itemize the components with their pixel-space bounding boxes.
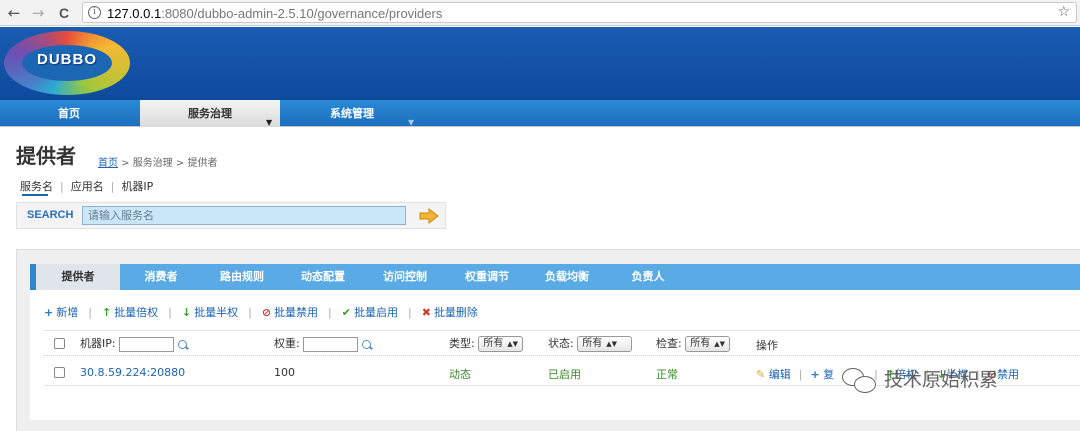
type-select[interactable]: 所有 ▲▼ (478, 336, 523, 352)
ip-filter: 机器IP: (80, 335, 188, 352)
search-icon[interactable] (362, 339, 372, 349)
search-tab-service[interactable]: 服务名 (20, 180, 53, 193)
ip-header-label: 机器IP: (80, 337, 116, 350)
breadcrumb-home-link[interactable]: 首页 (98, 158, 118, 169)
delete-icon: ✖ (421, 306, 431, 319)
select-all-checkbox[interactable] (54, 338, 65, 349)
pencil-icon: ✎ (756, 368, 766, 381)
provider-type: 动态 (449, 368, 471, 381)
info-icon[interactable]: i (88, 6, 101, 19)
wechat-icon (842, 367, 878, 394)
page-title: 提供者 (16, 144, 76, 168)
search-tab-ip[interactable]: 机器IP (121, 180, 153, 193)
search-tab-app[interactable]: 应用名 (71, 180, 104, 193)
batch-double-button[interactable]: ↑ 批量倍权 (102, 306, 158, 319)
arrow-down-icon: ↓ (181, 306, 192, 319)
breadcrumb: 首页 > 服务治理 > 提供者 (98, 158, 218, 169)
app-header: DUBBO (0, 27, 1080, 100)
nav-item-system[interactable]: 系统管理 ▼ (282, 100, 422, 127)
provider-check: 正常 (656, 368, 678, 381)
table-header: 机器IP: 权重: 类型: 所有 ▲▼ 状态: 所有 ▲▼ 检查: 所有 ▲▼ 操作 (44, 330, 1080, 356)
plus-icon: + (44, 306, 54, 319)
ip-filter-input[interactable] (119, 336, 175, 352)
weight-header-label: 权重: (274, 337, 300, 350)
status-select[interactable]: 所有 ▲▼ (577, 336, 633, 352)
ops-header-label: 操作 (756, 339, 778, 352)
weight-filter: 权重: (274, 335, 372, 352)
row-checkbox[interactable] (54, 367, 65, 378)
batch-delete-button[interactable]: ✖ 批量删除 (422, 306, 478, 319)
arrow-up-icon: ↑ (101, 306, 112, 319)
main-nav: 首页 服务治理 ▼ 系统管理 ▼ (0, 100, 1080, 127)
chevron-down-icon: ▼ (266, 118, 273, 127)
breadcrumb-mid: 服务治理 (132, 158, 173, 169)
sub-tabs: 提供者 消费者 路由规则 动态配置 访问控制 权重调节 负载均衡 负责人 (30, 264, 1080, 290)
weight-filter-input[interactable] (303, 336, 359, 352)
chevron-down-icon: ▼ (408, 118, 415, 127)
watermark-text: 技术原始积累 (884, 369, 999, 391)
nav-item-governance-label: 服务治理 (188, 107, 232, 120)
select-arrows-icon: ▲▼ (507, 340, 518, 348)
tab-consumers[interactable]: 消费者 (134, 264, 188, 290)
breadcrumb-current: 提供者 (187, 158, 218, 169)
reload-icon[interactable]: C (54, 3, 74, 23)
logo-text: DUBBO (37, 51, 97, 68)
tab-providers[interactable]: 提供者 (36, 264, 120, 290)
search-icon[interactable] (178, 339, 188, 349)
check-header-label: 检查: (656, 337, 682, 350)
add-button[interactable]: + 新增 (44, 306, 78, 319)
batch-half-button[interactable]: ↓ 批量半权 (182, 306, 238, 319)
tab-overrides[interactable]: 动态配置 (292, 264, 354, 290)
batch-disable-button[interactable]: ⊘ 批量禁用 (262, 306, 318, 319)
type-header-label: 类型: (449, 337, 475, 350)
provider-ip-link[interactable]: 30.8.59.224:20880 (80, 366, 185, 379)
select-arrows-icon: ▲▼ (714, 340, 725, 348)
provider-weight: 100 (274, 366, 295, 379)
nav-item-system-label: 系统管理 (330, 107, 374, 120)
batch-enable-button[interactable]: ✔ 批量启用 (342, 306, 398, 319)
dubbo-logo[interactable]: DUBBO (4, 31, 130, 95)
edit-button[interactable]: ✎ 编辑 (756, 368, 791, 381)
status-filter: 状态: 所有 ▲▼ (548, 335, 633, 352)
back-icon[interactable]: ← (4, 3, 24, 23)
tab-access[interactable]: 访问控制 (374, 264, 436, 290)
tab-routes[interactable]: 路由规则 (212, 264, 272, 290)
type-filter: 类型: 所有 ▲▼ (449, 335, 523, 352)
watermark: 技术原始积累 (842, 365, 998, 394)
tab-loadbalance[interactable]: 负载均衡 (536, 264, 598, 290)
tab-weights[interactable]: 权重调节 (456, 264, 518, 290)
actions-bar: + 新增 | ↑ 批量倍权 | ↓ 批量半权 | ⊘ 批量禁用 | ✔ 批量启用 | ✖ 批量删除 (44, 306, 478, 319)
select-arrows-icon: ▲▼ (606, 340, 617, 348)
check-icon: ✔ (341, 306, 351, 319)
active-tab-indicator (22, 194, 48, 196)
search-input[interactable] (82, 206, 406, 225)
nav-item-home[interactable]: 首页 (0, 100, 138, 127)
bookmark-star-icon[interactable]: ☆ (1057, 4, 1070, 20)
check-filter: 检查: 所有 ▲▼ (656, 335, 730, 352)
forward-icon[interactable]: → (28, 3, 48, 23)
status-header-label: 状态: (548, 337, 574, 350)
search-label: SEARCH (27, 209, 74, 221)
arrow-right-icon[interactable] (419, 208, 439, 224)
check-select[interactable]: 所有 ▲▼ (685, 336, 730, 352)
nav-item-governance[interactable]: 服务治理 ▼ (140, 100, 280, 127)
url-text[interactable]: 127.0.0.1:8080/dubbo-admin-2.5.10/govern… (107, 6, 442, 21)
copy-button[interactable]: + 复 (810, 368, 834, 381)
forbidden-icon: ⊘ (261, 306, 272, 319)
address-bar[interactable]: i 127.0.0.1:8080/dubbo-admin-2.5.10/gove… (82, 2, 1077, 23)
search-box: SEARCH (16, 202, 446, 229)
provider-status: 已启用 (548, 368, 581, 381)
tab-owners[interactable]: 负责人 (620, 264, 676, 290)
plus-icon: + (810, 368, 820, 381)
search-type-tabs: 服务名 | 应用名 | 机器IP (20, 180, 154, 193)
browser-toolbar: ← → C i 127.0.0.1:8080/dubbo-admin-2.5.1… (0, 0, 1080, 26)
